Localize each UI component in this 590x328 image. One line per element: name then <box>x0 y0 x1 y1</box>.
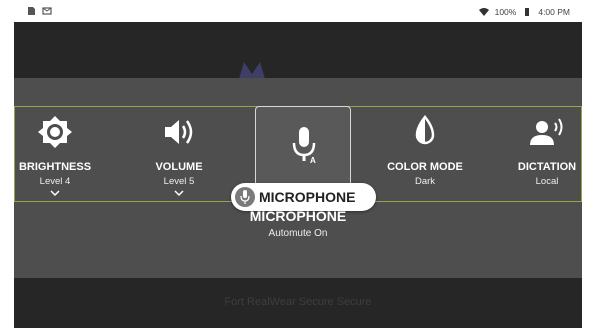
brightness-control[interactable]: BRIGHTNESS Level 4 <box>15 107 95 203</box>
status-bar: 100% 4:00 PM <box>14 0 582 22</box>
brightness-value: Level 4 <box>39 176 71 187</box>
battery-icon <box>525 8 530 16</box>
chevron-down-icon <box>174 190 184 197</box>
battery-percent: 100% <box>494 7 517 17</box>
footer-text: Fort RealWear Secure Secure <box>224 296 372 308</box>
dictation-label: DICTATION <box>517 161 577 173</box>
wifi-icon <box>478 8 489 16</box>
dictation-value: Local <box>535 176 559 187</box>
color-mode-value: Dark <box>414 176 436 187</box>
svg-text:A: A <box>310 156 316 165</box>
brightness-icon <box>38 116 72 148</box>
color-mode-control[interactable]: COLOR MODE Dark <box>383 107 467 203</box>
microphone-icon: A <box>292 127 316 165</box>
volume-icon <box>165 120 193 144</box>
sd-card-icon <box>28 7 35 15</box>
voice-command-label: MICROPHONE <box>259 189 356 205</box>
dictation-icon <box>530 118 563 145</box>
microphone-icon <box>235 187 255 207</box>
dictation-control[interactable]: DICTATION Local <box>511 107 582 203</box>
volume-control[interactable]: VOLUME Level 5 <box>139 107 219 203</box>
chevron-down-icon <box>50 190 60 197</box>
color-mode-label: COLOR MODE <box>387 161 463 173</box>
clock: 4:00 PM <box>538 7 570 17</box>
selected-subtitle: Automute On <box>268 228 328 239</box>
volume-value: Level 5 <box>163 176 195 187</box>
app-screen: Fort RealWear Secure Secure BRIGHTNESS L… <box>14 22 582 328</box>
control-strip: BRIGHTNESS Level 4 VOLUME Level 5 A COLO… <box>14 106 582 211</box>
volume-label: VOLUME <box>155 161 203 173</box>
selected-title: MICROPHONE <box>249 208 347 224</box>
control-overlay: BRIGHTNESS Level 4 VOLUME Level 5 A COLO… <box>14 78 582 278</box>
brightness-label: BRIGHTNESS <box>18 161 92 173</box>
voice-command-pill: MICROPHONE <box>231 183 376 211</box>
mail-icon <box>42 7 52 15</box>
color-mode-icon <box>415 115 435 145</box>
